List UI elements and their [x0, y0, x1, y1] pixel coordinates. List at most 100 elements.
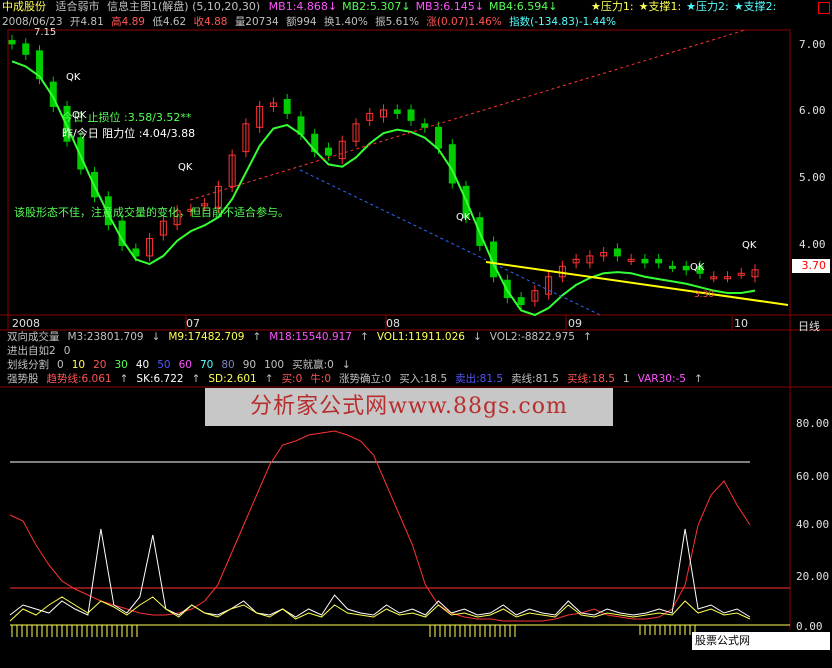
strong-row: 强势股 趋势线:6.061 ↑ SK:6.722 ↑ SD:2.601 ↑ 买:0 牛:0 涨势确…: [2, 373, 706, 386]
strong-item-15: VAR30:-5: [637, 373, 686, 385]
low-price-label: 3.30: [694, 290, 715, 300]
sub-y-tick-label: 60.00: [796, 470, 830, 483]
qk-label: QK: [742, 240, 757, 251]
strong-item-7: 买:0: [281, 373, 303, 385]
x-tick-label: 10: [734, 317, 748, 330]
volume-item-8: ↓: [472, 331, 482, 343]
ma-line: [11, 60, 756, 317]
volume-item-2: ↓: [151, 331, 161, 343]
candle-body: [613, 248, 621, 257]
split-item-12: 买就赢:0: [292, 359, 334, 371]
candle-body: [517, 297, 525, 306]
strong-item-4: ↑: [191, 373, 201, 385]
analysis-comment: 该股形态不佳，注意成交量的变化，但目前不适合参与。: [14, 206, 289, 219]
stop-loss-label: 止损位 :3.58/3.52**: [87, 111, 192, 124]
candle-body: [435, 126, 443, 149]
split-item-7: 60: [178, 359, 192, 371]
strong-item-6: ↑: [264, 373, 274, 385]
candle-body: [283, 99, 291, 114]
strong-item-2: ↑: [119, 373, 129, 385]
split-item-9: 80: [221, 359, 235, 371]
candle-body: [448, 144, 456, 184]
split-item-6: 50: [157, 359, 171, 371]
qk-label: QK: [690, 262, 705, 273]
strong-item-12: 卖线:81.5: [511, 373, 559, 385]
prev-today-label: 昨/今日: [62, 127, 99, 140]
split-item-1: 0: [57, 359, 64, 371]
strong-item-5: SD:2.601: [208, 373, 257, 385]
volume-item-7: VOL1:11911.026: [376, 331, 465, 343]
inout-item-0: 进出自如2: [7, 345, 56, 357]
candle-body: [668, 265, 676, 269]
split-item-8: 70: [199, 359, 214, 371]
strong-item-16: ↑: [693, 373, 703, 385]
inout-item-1: 0: [63, 345, 71, 357]
volume-row: 双向成交量 M3:23801.709 ↓ M9:17482.709 ↑ M18:15540…: [2, 331, 595, 344]
candle-body: [22, 43, 30, 55]
volume-item-9: VOL2:-8822.975: [489, 331, 575, 343]
volume-item-6: ↑: [360, 331, 369, 343]
sub-y-tick-label: 80.00: [796, 417, 830, 430]
sub-y-tick-label: 40.00: [796, 518, 830, 531]
volume-item-0: 双向成交量: [7, 331, 60, 343]
strong-item-0: 强势股: [7, 373, 39, 385]
top-price-label: 7.15: [34, 27, 57, 38]
candle-body: [655, 258, 663, 264]
candle-body: [324, 147, 332, 156]
candle-body: [8, 39, 16, 45]
strong-item-13: 买线:18.5: [566, 373, 615, 385]
y-tick-label: 5.00: [799, 171, 826, 184]
current-price-tag: 3.70: [792, 259, 830, 273]
strong-item-3: SK:6.722: [136, 373, 184, 385]
x-tick-label: 07: [186, 317, 200, 330]
candle-body: [407, 109, 415, 121]
split-item-5: 40: [135, 359, 150, 371]
split-item-0: 划线分割: [7, 359, 49, 371]
price-chart[interactable]: [0, 0, 832, 653]
candle-body: [421, 123, 429, 128]
volume-item-5: M18:15540.917: [269, 331, 352, 343]
split-item-13: ↓: [341, 359, 351, 371]
y-tick-label: 4.00: [799, 238, 826, 251]
split-row: 划线分割 0 10 20 30 40 50 60 70 80 90 100 买就赢:0 ↓: [2, 359, 354, 372]
volume-item-1: M3:23801.709: [67, 331, 144, 343]
strong-item-1: 趋势线:6.061: [46, 373, 112, 385]
candle-body: [682, 265, 690, 271]
split-item-4: 30: [114, 359, 128, 371]
candle-body: [393, 109, 401, 114]
footer-banner[interactable]: 股票公式网 www.88gs.com: [692, 632, 830, 665]
yellow-trendline: [485, 261, 789, 306]
volume-item-3: M9:17482.709: [168, 331, 245, 343]
strong-item-11: 卖出:81.5: [455, 373, 504, 385]
split-item-3: 20: [93, 359, 107, 371]
x-tick-label: 2008: [12, 317, 40, 330]
qk-label: QK: [178, 162, 193, 173]
candle-body: [641, 258, 649, 264]
split-item-11: 100: [264, 359, 285, 371]
current-price-value: 3.70: [801, 259, 827, 272]
watermark: 分析家公式网www.88gs.com: [205, 388, 613, 426]
strong-item-8: 牛:0: [310, 373, 331, 385]
x-tick-label: 09: [568, 317, 582, 330]
volume-item-4: ↑: [252, 331, 262, 343]
qk-label: QK: [66, 72, 81, 83]
strong-item-14: 1: [622, 373, 630, 385]
split-item-2: 10: [71, 359, 86, 371]
resistance-trendline: [189, 29, 746, 201]
support-trendline: [299, 169, 601, 316]
resist-label: 阻力位 :4.04/3.88: [102, 127, 196, 140]
period-mode[interactable]: 日线: [798, 318, 820, 334]
qk-label: QK: [72, 110, 87, 121]
split-item-10: 90: [242, 359, 257, 371]
x-tick-label: 08: [386, 317, 400, 330]
strong-item-9: 涨势确立:0: [339, 373, 392, 385]
strong-item-10: 买入:18.5: [399, 373, 448, 385]
volume-item-10: ↑: [582, 331, 592, 343]
sk-series: [9, 528, 751, 618]
y-tick-label: 6.00: [799, 104, 826, 117]
qk-label: QK: [456, 212, 471, 223]
main-frame: [7, 29, 791, 316]
y-tick-label: 7.00: [799, 38, 826, 51]
trend-series: [9, 430, 751, 622]
inout-row: 进出自如2 0: [2, 345, 73, 358]
